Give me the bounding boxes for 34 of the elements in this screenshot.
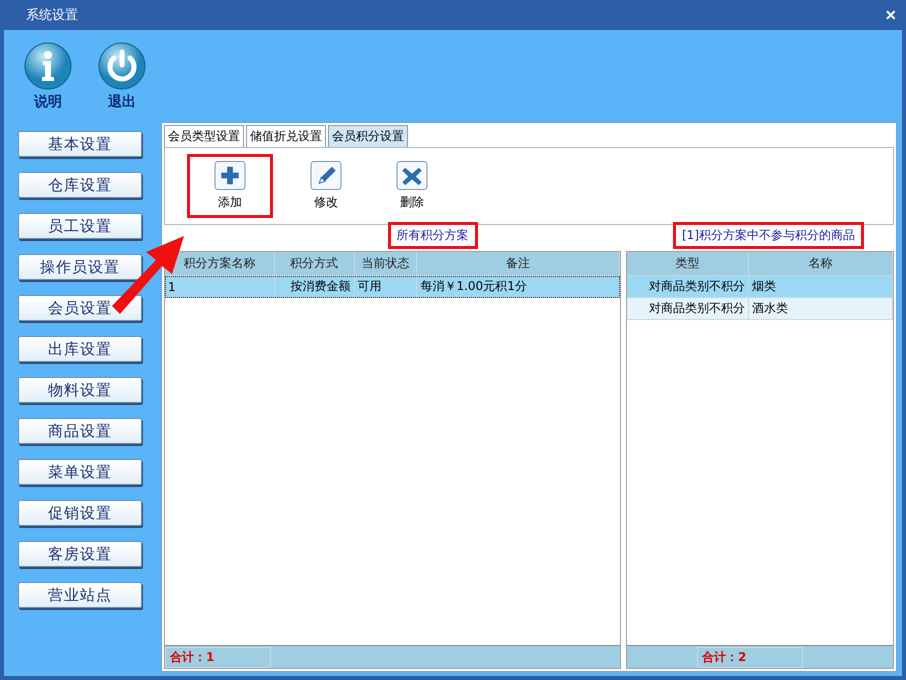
sidebar-item[interactable]: 出库设置 [18, 336, 142, 362]
sidebar-item[interactable]: 操作员设置 [18, 254, 142, 280]
x-icon [396, 161, 428, 190]
toolbar-button[interactable]: 退出 [98, 42, 146, 110]
plus-icon [214, 161, 246, 190]
sidebar-item[interactable]: 菜单设置 [18, 459, 142, 485]
sidebar-item[interactable]: 营业站点 [18, 582, 142, 608]
sidebar-item[interactable]: 商品设置 [18, 418, 142, 444]
tab[interactable]: 会员积分设置 [328, 125, 408, 147]
power-icon [98, 42, 146, 90]
table-row[interactable]: 1 按消费金额 可用 每消￥1.00元积1分 [165, 276, 620, 298]
sidebar-item[interactable]: 基本设置 [18, 131, 142, 157]
table-row[interactable]: 对商品类别不积分 烟类 [627, 276, 893, 298]
close-button[interactable]: × [885, 4, 896, 26]
toolbar-button[interactable]: 说明 [24, 42, 72, 110]
action-button[interactable]: 修改 [293, 154, 359, 218]
total-count: 合计：1 [165, 646, 271, 668]
window-title: 系统设置 [26, 7, 78, 24]
action-button[interactable]: 添加 [187, 154, 273, 218]
total-count: 合计：2 [697, 646, 803, 668]
action-button[interactable]: 删除 [379, 154, 445, 218]
section-title: [1]积分方案中不参与积分的商品 [673, 222, 864, 249]
tab[interactable]: 会员类型设置 [164, 125, 244, 147]
sidebar-item[interactable]: 促销设置 [18, 500, 142, 526]
sidebar-item[interactable]: 会员设置 [18, 295, 142, 321]
table-row[interactable]: 对商品类别不积分 酒水类 [627, 298, 893, 320]
sidebar-item[interactable]: 客房设置 [18, 541, 142, 567]
sidebar-item[interactable]: 员工设置 [18, 213, 142, 239]
tab[interactable]: 储值折兑设置 [246, 125, 326, 147]
info-icon [24, 42, 72, 90]
pencil-icon [310, 161, 342, 190]
sidebar-item[interactable]: 物料设置 [18, 377, 142, 403]
section-title: 所有积分方案 [388, 222, 478, 249]
sidebar-item[interactable]: 仓库设置 [18, 172, 142, 198]
